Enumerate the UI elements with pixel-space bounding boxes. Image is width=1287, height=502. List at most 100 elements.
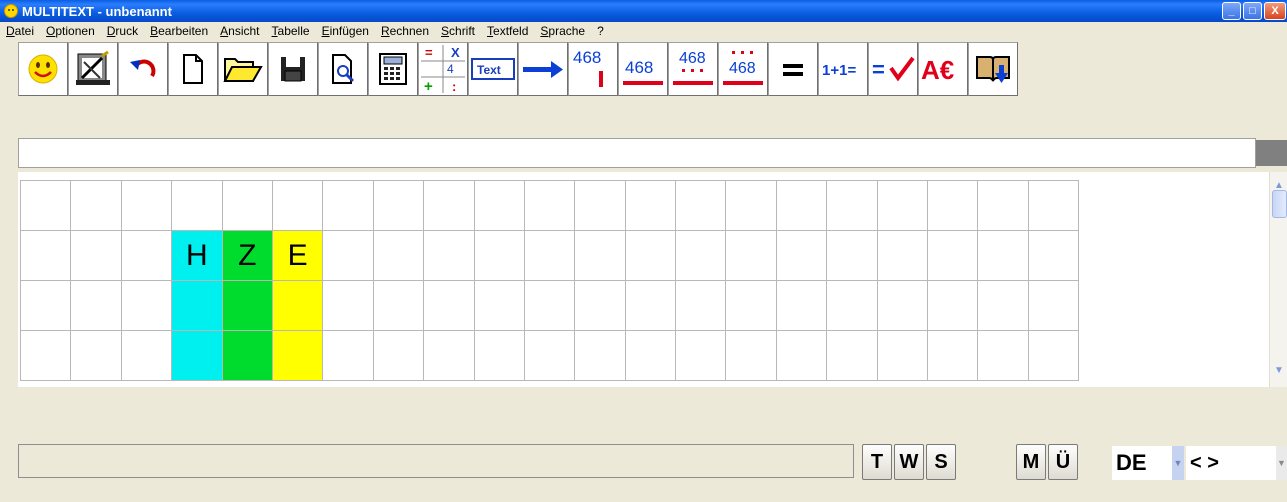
s-button[interactable]: S <box>926 444 956 480</box>
menu-item-ansicht[interactable]: Ansicht <box>220 24 259 38</box>
direction-select[interactable]: < > <box>1186 446 1276 480</box>
equals-button[interactable] <box>768 42 818 96</box>
scroll-down-icon[interactable]: ▼ <box>1272 365 1286 379</box>
t-button[interactable]: T <box>862 444 892 480</box>
grid-cell[interactable] <box>474 231 525 281</box>
menu-item-textfeld[interactable]: Textfeld <box>487 24 528 38</box>
text-box-button[interactable]: Text <box>468 42 518 96</box>
arrow-right-button[interactable] <box>518 42 568 96</box>
grid-cell[interactable] <box>928 281 979 331</box>
grid-cell[interactable] <box>877 281 929 331</box>
grid-cell[interactable] <box>172 181 223 231</box>
grid-cell[interactable] <box>827 231 878 281</box>
grid-cell[interactable] <box>424 331 475 381</box>
new-document-button[interactable] <box>168 42 218 96</box>
place-value-header-e[interactable]: E <box>272 231 324 281</box>
grid-cell[interactable] <box>474 331 525 381</box>
grid-cell[interactable] <box>272 281 324 331</box>
grid-cell[interactable] <box>978 331 1029 381</box>
grid-cell[interactable] <box>575 181 626 231</box>
language-select[interactable]: DE <box>1112 446 1174 480</box>
grid-cell[interactable] <box>323 231 374 281</box>
grid-cell[interactable] <box>928 181 979 231</box>
grid-cell[interactable] <box>21 281 72 331</box>
grid-cell[interactable] <box>323 181 374 231</box>
scrollbar-thumb[interactable] <box>1272 190 1287 218</box>
grid-cell[interactable] <box>575 281 626 331</box>
grid-cell[interactable] <box>676 181 727 231</box>
grid-cell[interactable] <box>323 281 374 331</box>
menu-item-sprache[interactable]: Sprache <box>540 24 585 38</box>
grid-cell[interactable] <box>424 181 475 231</box>
direction-dropdown-icon[interactable]: ▼ <box>1276 446 1287 480</box>
grid-cell[interactable] <box>1028 281 1080 331</box>
grid-cell[interactable] <box>121 231 173 281</box>
grid-cell[interactable] <box>928 331 979 381</box>
grid-cell[interactable] <box>726 331 777 381</box>
m-button[interactable]: M <box>1016 444 1046 480</box>
work-area[interactable]: HZE <box>18 172 1269 387</box>
grid-cell[interactable] <box>524 181 576 231</box>
grid-cell[interactable] <box>373 181 425 231</box>
grid-cell[interactable] <box>474 281 525 331</box>
grid-cell[interactable] <box>71 181 122 231</box>
grid-cell[interactable] <box>1028 231 1080 281</box>
grid-cell[interactable] <box>373 331 425 381</box>
grid-cell[interactable] <box>524 231 576 281</box>
grid-cell[interactable] <box>21 231 72 281</box>
grid-cell[interactable] <box>726 231 777 281</box>
grid-cell[interactable] <box>676 281 727 331</box>
grid-cell[interactable] <box>575 231 626 281</box>
menu-item-einfügen[interactable]: Einfügen <box>322 24 369 38</box>
menu-item-datei[interactable]: Datei <box>6 24 34 38</box>
addition-task-button[interactable]: 1+1= <box>818 42 868 96</box>
grid-cell[interactable] <box>71 231 122 281</box>
grid-cell[interactable] <box>71 281 122 331</box>
grid-cell[interactable] <box>827 281 878 331</box>
minimize-button[interactable]: _ <box>1222 2 1241 20</box>
grid-cell[interactable] <box>776 331 828 381</box>
grid-cell[interactable] <box>877 181 929 231</box>
menu-item-druck[interactable]: Druck <box>107 24 138 38</box>
grid-cell[interactable] <box>776 231 828 281</box>
print-preview-button[interactable] <box>318 42 368 96</box>
grid-cell[interactable] <box>323 331 374 381</box>
grid-cell[interactable] <box>121 181 173 231</box>
grid-cell[interactable] <box>373 231 425 281</box>
grid-cell[interactable] <box>978 231 1029 281</box>
grid-cell[interactable] <box>827 181 878 231</box>
check-result-button[interactable]: = <box>868 42 918 96</box>
place-value-grid[interactable]: HZE <box>20 180 1080 381</box>
grid-cell[interactable] <box>625 231 677 281</box>
maximize-button[interactable]: □ <box>1243 2 1262 20</box>
vertical-scrollbar[interactable]: ▲ ▼ <box>1269 172 1287 387</box>
grid-cell[interactable] <box>222 281 273 331</box>
grid-cell[interactable] <box>1028 181 1080 231</box>
number-underline-button[interactable]: 468 <box>618 42 668 96</box>
grid-cell[interactable] <box>21 331 72 381</box>
menu-item-tabelle[interactable]: Tabelle <box>272 24 310 38</box>
number-dots-under-button[interactable]: 468 <box>668 42 718 96</box>
grid-cell[interactable] <box>172 331 223 381</box>
grid-cell[interactable] <box>524 281 576 331</box>
grid-cell[interactable] <box>676 331 727 381</box>
number-position-button[interactable]: 468 <box>568 42 618 96</box>
grid-cell[interactable] <box>71 331 122 381</box>
grid-cell[interactable] <box>726 181 777 231</box>
grid-cell[interactable] <box>726 281 777 331</box>
grid-cell[interactable] <box>272 181 324 231</box>
grid-cell[interactable] <box>575 331 626 381</box>
w-button[interactable]: W <box>894 444 924 480</box>
grid-cell[interactable] <box>776 281 828 331</box>
place-value-header-h[interactable]: H <box>172 231 223 281</box>
menu-item-rechnen[interactable]: Rechnen <box>381 24 429 38</box>
open-folder-button[interactable] <box>218 42 268 96</box>
smiley-button[interactable] <box>18 42 68 96</box>
grid-cell[interactable] <box>978 281 1029 331</box>
number-dots-over-button[interactable]: 468 <box>718 42 768 96</box>
grid-cell[interactable] <box>625 181 677 231</box>
grid-cell[interactable] <box>172 281 223 331</box>
close-button[interactable]: X <box>1264 2 1286 20</box>
menu-item-bearbeiten[interactable]: Bearbeiten <box>150 24 208 38</box>
grid-cell[interactable] <box>877 231 929 281</box>
